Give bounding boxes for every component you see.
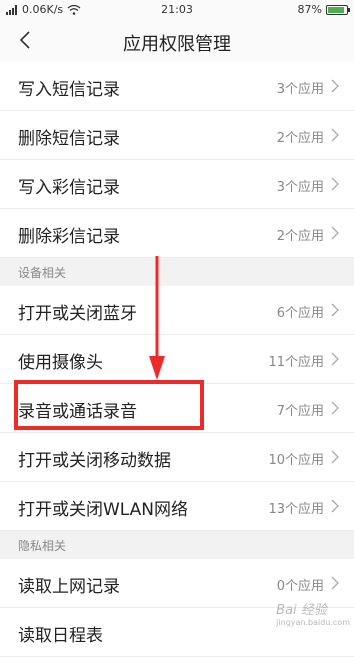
watermark-brand: Bai 经验 xyxy=(276,603,327,618)
list-item[interactable]: 删除短信记录 2个应用 xyxy=(0,111,354,160)
chevron-right-icon xyxy=(331,79,339,93)
item-count: 3个应用 xyxy=(276,180,324,195)
chevron-right-icon xyxy=(331,177,339,191)
list-item-record-audio[interactable]: 录音或通话录音 7个应用 xyxy=(0,384,354,433)
chevron-right-icon xyxy=(331,450,339,464)
item-label: 读取上网记录 xyxy=(18,577,120,597)
item-count: 13个应用 xyxy=(268,502,324,517)
item-label: 打开或关闭蓝牙 xyxy=(18,304,137,324)
list-item[interactable]: 打开或关闭WLAN网络 13个应用 xyxy=(0,482,354,531)
status-right: 87% xyxy=(297,3,350,16)
list-item[interactable]: 使用摄像头 11个应用 xyxy=(0,335,354,384)
watermark-url: jingyan.baidu.com xyxy=(276,618,350,627)
list-item[interactable]: 删除彩信记录 2个应用 xyxy=(0,209,354,258)
chevron-right-icon xyxy=(331,303,339,317)
item-label: 使用摄像头 xyxy=(18,353,103,373)
section-title: 设备相关 xyxy=(18,266,67,280)
section-header-device: 设备相关 xyxy=(0,258,354,286)
section-header-privacy: 隐私相关 xyxy=(0,531,354,559)
list-item[interactable]: 打开或关闭蓝牙 6个应用 xyxy=(0,286,354,335)
page-title: 应用权限管理 xyxy=(123,34,231,55)
battery-percent: 87% xyxy=(297,3,322,16)
item-label: 删除短信记录 xyxy=(18,129,120,149)
item-label: 读取日程表 xyxy=(18,626,103,646)
item-label: 打开或关闭WLAN网络 xyxy=(18,500,189,520)
item-label: 写入短信记录 xyxy=(18,80,120,100)
chevron-right-icon xyxy=(331,576,339,590)
chevron-right-icon xyxy=(331,352,339,366)
item-count: 0个应用 xyxy=(276,579,324,594)
section-title: 隐私相关 xyxy=(18,539,67,553)
list-item[interactable]: 写入彩信记录 3个应用 xyxy=(0,160,354,209)
item-count: 10个应用 xyxy=(268,453,324,468)
list-item[interactable]: 打开或关闭移动数据 10个应用 xyxy=(0,433,354,482)
item-label: 打开或关闭移动数据 xyxy=(18,451,171,471)
chevron-right-icon xyxy=(331,401,339,415)
chevron-right-icon xyxy=(331,226,339,240)
chevron-right-icon xyxy=(331,499,339,513)
status-bar: 0.06K/s 21:03 87% xyxy=(0,0,354,20)
item-count: 2个应用 xyxy=(276,131,324,146)
watermark: Bai 经验 jingyan.baidu.com xyxy=(276,599,350,627)
item-count: 7个应用 xyxy=(276,404,324,419)
battery-icon xyxy=(326,4,350,15)
list-item[interactable]: 写入短信记录 3个应用 xyxy=(0,62,354,111)
header: 应用权限管理 xyxy=(0,20,354,63)
item-count: 2个应用 xyxy=(276,229,324,244)
item-count: 11个应用 xyxy=(268,355,324,370)
item-count: 3个应用 xyxy=(276,82,324,97)
permission-list: 写入短信记录 3个应用 删除短信记录 2个应用 写入彩信记录 3个应用 删除彩信… xyxy=(0,62,354,657)
item-label: 删除彩信记录 xyxy=(18,227,120,247)
item-count: 6个应用 xyxy=(276,306,324,321)
item-label: 录音或通话录音 xyxy=(18,402,137,422)
chevron-right-icon xyxy=(331,128,339,142)
item-label: 写入彩信记录 xyxy=(18,178,120,198)
